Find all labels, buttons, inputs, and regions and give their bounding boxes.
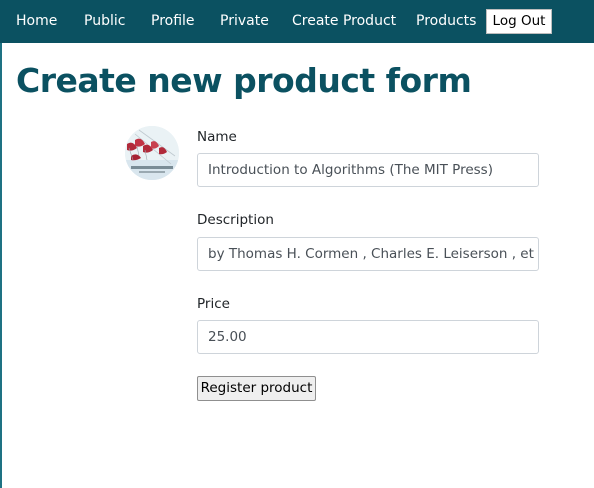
- nav-link-home[interactable]: Home: [16, 13, 57, 30]
- book-cover-image: [125, 126, 179, 180]
- price-field[interactable]: 25.00: [197, 320, 539, 354]
- name-field[interactable]: Introduction to Algorithms (The MIT Pres…: [197, 153, 539, 187]
- nav-link-products[interactable]: Products: [416, 13, 476, 30]
- navbar: Home Public Profile Private Create Produ…: [0, 0, 594, 43]
- nav-link-private[interactable]: Private: [220, 13, 269, 30]
- price-label: Price: [197, 296, 230, 312]
- description-label: Description: [197, 212, 274, 228]
- book-cover-icon: [125, 126, 179, 180]
- description-field[interactable]: by Thomas H. Cormen , Charles E. Leisers…: [197, 237, 539, 271]
- nav-link-create-product[interactable]: Create Product: [292, 13, 396, 30]
- left-edge-border: [0, 0, 2, 488]
- nav-link-profile[interactable]: Profile: [151, 13, 195, 30]
- page-title: Create new product form: [16, 61, 472, 100]
- nav-link-public[interactable]: Public: [84, 13, 125, 30]
- logout-button[interactable]: Log Out: [486, 9, 552, 34]
- register-product-button[interactable]: Register product: [197, 376, 316, 401]
- name-label: Name: [197, 129, 237, 145]
